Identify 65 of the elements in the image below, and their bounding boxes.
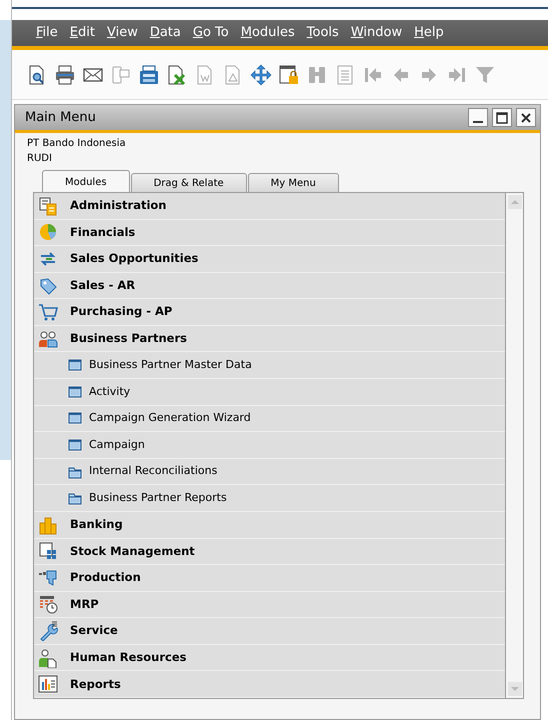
module-entry[interactable]: MRP xyxy=(34,592,505,618)
scrollbar[interactable] xyxy=(505,193,523,698)
coin-stacks-icon xyxy=(38,514,58,535)
menu-item[interactable]: File xyxy=(30,24,64,42)
menu-item[interactable]: Modules xyxy=(234,24,301,42)
menu-item[interactable]: Edit xyxy=(64,24,101,42)
menu-entry[interactable]: Business Partner Reports xyxy=(34,485,505,512)
two-people-icon xyxy=(38,328,58,349)
menu-entry[interactable]: Campaign Generation Wizard xyxy=(34,406,505,432)
printer-icon[interactable] xyxy=(54,64,76,86)
module-entry[interactable]: Sales - AR xyxy=(34,272,505,300)
module-entry[interactable]: Service xyxy=(34,618,505,645)
grid-document-icon xyxy=(38,541,58,562)
folder-icon xyxy=(68,491,82,506)
menu-item[interactable]: Go To xyxy=(186,24,235,42)
module-entry[interactable]: Banking xyxy=(34,512,505,539)
module-entry[interactable]: Human Resources xyxy=(34,644,505,672)
window-icon xyxy=(68,384,82,399)
user-name: RUDI xyxy=(27,152,53,166)
module-entry[interactable]: Stock Management xyxy=(34,538,505,566)
menu-entry[interactable]: Activity xyxy=(34,379,505,406)
fax-machine-icon[interactable] xyxy=(138,64,160,86)
calendar-clock-icon xyxy=(38,594,58,614)
shopping-cart-icon xyxy=(38,302,58,322)
close-icon xyxy=(520,112,532,124)
module-entry[interactable]: Purchasing - AP xyxy=(34,299,505,326)
module-entry[interactable]: Sales Opportunities xyxy=(34,246,505,273)
tab[interactable]: Drag & Relate xyxy=(130,173,247,192)
minimize-icon xyxy=(473,120,483,122)
window-icon xyxy=(68,358,82,372)
person-document-icon xyxy=(38,648,58,668)
price-tag-icon xyxy=(38,276,58,296)
document-stack-icon xyxy=(38,196,58,216)
module-entry[interactable]: Financials xyxy=(34,220,505,246)
maximize-button[interactable] xyxy=(492,108,512,127)
minimize-button[interactable] xyxy=(468,108,488,127)
module-entry[interactable]: Administration xyxy=(34,193,505,220)
window-lock-icon[interactable] xyxy=(278,64,300,86)
window-icon xyxy=(68,411,82,426)
menu-entry[interactable]: Campaign xyxy=(34,432,505,459)
scroll-up-icon[interactable] xyxy=(508,195,522,209)
folder-icon xyxy=(68,464,82,479)
menu-item[interactable]: View xyxy=(100,24,144,42)
four-way-arrow-icon[interactable] xyxy=(250,64,272,86)
tab[interactable]: Modules xyxy=(42,170,130,192)
maximize-icon xyxy=(496,112,508,124)
scroll-down-icon[interactable] xyxy=(508,682,522,696)
company-name: PT Bando Indonesia xyxy=(27,137,127,151)
close-button[interactable] xyxy=(516,108,536,127)
menu-entry[interactable]: Business Partner Master Data xyxy=(34,352,505,380)
module-entry[interactable]: Production xyxy=(34,565,505,592)
menu-item[interactable]: Window xyxy=(344,24,408,42)
module-entry[interactable]: Reports xyxy=(34,671,505,698)
spreadsheet-export-icon[interactable] xyxy=(166,64,188,86)
menu-item[interactable]: Data xyxy=(144,24,187,42)
menu-item[interactable]: Tools xyxy=(300,24,345,42)
wrench-icon xyxy=(38,621,58,642)
bar-chart-icon xyxy=(38,674,58,694)
window-icon xyxy=(68,438,82,452)
tab[interactable]: My Menu xyxy=(248,173,339,192)
module-entry[interactable]: Business Partners xyxy=(34,326,505,352)
menu-item[interactable]: Help xyxy=(408,24,450,42)
menu-entry[interactable]: Internal Reconciliations xyxy=(34,458,505,486)
pie-chart-icon xyxy=(38,222,58,242)
window-title: Main Menu xyxy=(25,108,96,127)
